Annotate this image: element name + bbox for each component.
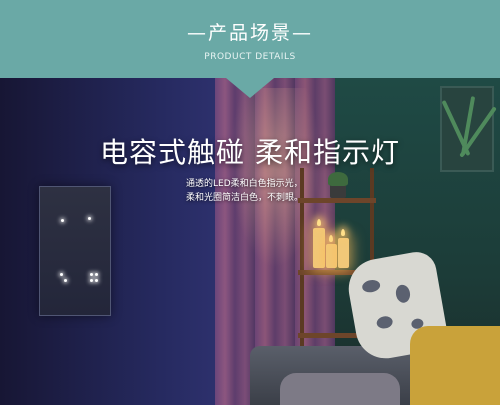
candle bbox=[326, 244, 337, 268]
description-line: 柔和光圈简洁白色，不刺眼。 bbox=[186, 193, 304, 203]
candle-flame bbox=[317, 219, 321, 226]
cushion-pattern bbox=[375, 315, 394, 330]
indicator-led bbox=[64, 279, 67, 282]
candle bbox=[313, 228, 325, 268]
cushion-pattern bbox=[394, 283, 412, 304]
indicator-led bbox=[60, 273, 63, 276]
section-title: —产品场景— bbox=[186, 22, 313, 44]
description-line: 通透的LED柔和白色指示光， bbox=[186, 179, 303, 189]
indicator-led bbox=[95, 273, 98, 276]
indicator-led bbox=[90, 273, 93, 276]
hero-headline: 电容式触碰 柔和指示灯 bbox=[100, 136, 400, 169]
candle-flame bbox=[329, 235, 333, 242]
hero-description: 通透的LED柔和白色指示光， 柔和光圈简洁白色，不刺眼。 bbox=[186, 177, 346, 205]
touch-switch-panel bbox=[39, 186, 111, 316]
section-subtitle: PRODUCT DETAILS bbox=[204, 52, 296, 62]
cushion-yellow bbox=[410, 326, 500, 405]
candle bbox=[338, 238, 349, 268]
indicator-led bbox=[88, 217, 91, 220]
blanket bbox=[280, 373, 400, 405]
candle-flame bbox=[341, 229, 345, 236]
indicator-led bbox=[95, 279, 98, 282]
header-band: —产品场景— PRODUCT DETAILS bbox=[0, 0, 500, 78]
indicator-led bbox=[90, 279, 93, 282]
room-scene-image bbox=[0, 78, 500, 405]
product-scene-section: —产品场景— PRODUCT DETAILS 电容式触碰 柔和指示灯 通透的LE… bbox=[0, 0, 500, 405]
indicator-led bbox=[61, 219, 64, 222]
header-notch bbox=[226, 78, 274, 98]
wall-left bbox=[0, 78, 230, 405]
cushion-pattern bbox=[361, 278, 382, 294]
